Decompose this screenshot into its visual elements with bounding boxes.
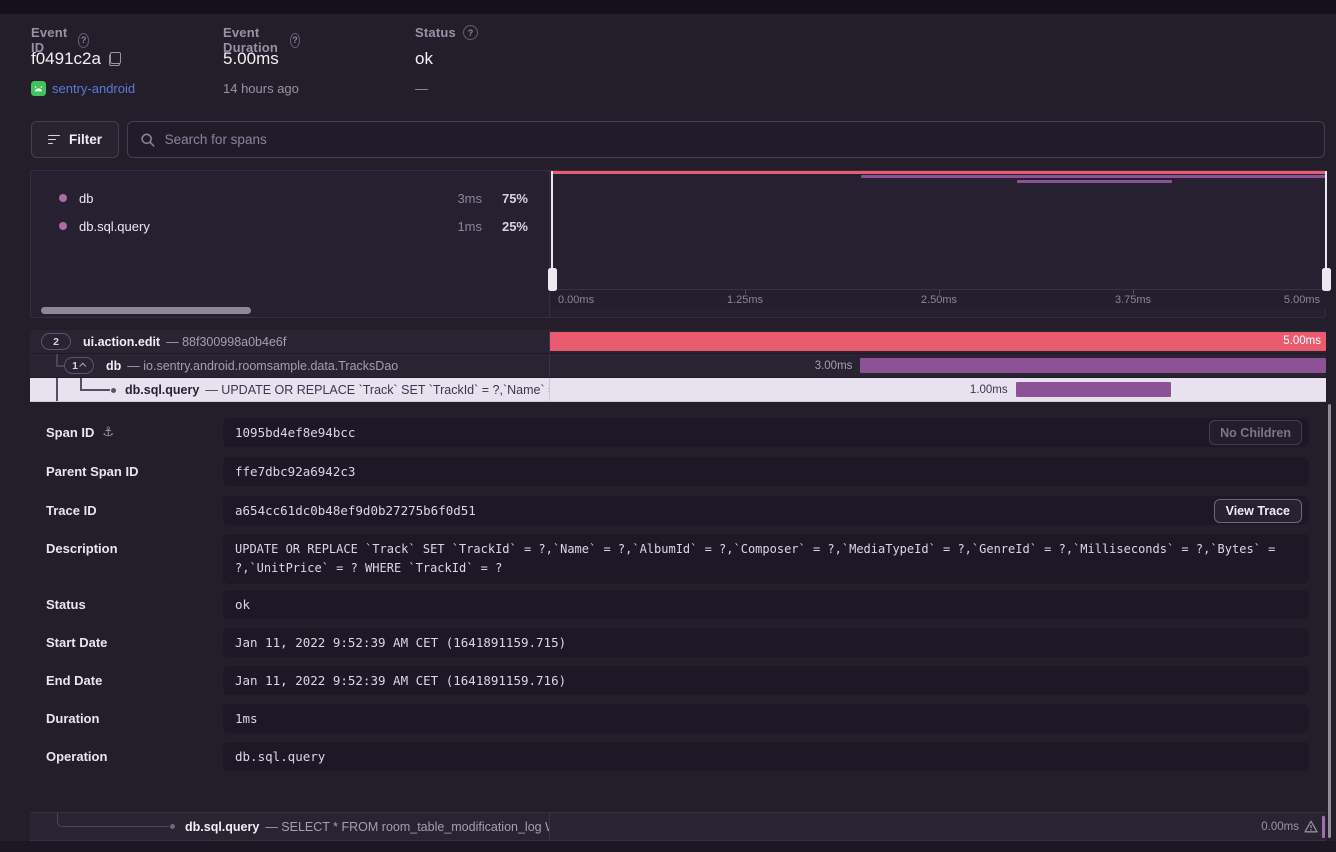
android-project-icon [31,81,46,96]
status-label: Status [415,25,456,40]
span-detail-panel: Span ID ⚓ 1095bd4ef8e94bcc No Children P… [30,402,1326,812]
legend-row-db-sql-query[interactable]: db.sql.query 1ms 25% [31,212,549,240]
detail-label: End Date [46,673,102,688]
legend-op-name: db [79,191,93,206]
detail-label: Description [46,541,118,556]
span-duration-label: 1.00ms [970,378,1008,402]
detail-label: Start Date [46,635,107,650]
span-row-db-sql-query-selected[interactable]: db.sql.query — UPDATE OR REPLACE `Track`… [30,378,1326,402]
detail-label: Operation [46,749,107,764]
leaf-dot [111,388,116,393]
span-id-value: 1095bd4ef8e94bcc [235,418,355,447]
event-time-ago: 14 hours ago [223,81,299,96]
span-desc: — UPDATE OR REPLACE `Track` SET `TrackId… [205,383,549,397]
children-count-pill[interactable]: 2 [41,333,71,350]
filter-icon [48,135,60,145]
span-duration-bar [1016,382,1171,397]
span-duration-label: 3.00ms [815,354,853,378]
status-value: ok [415,49,433,69]
event-id-value: f0491c2a [31,49,101,69]
minimap-span-bar [1017,180,1172,183]
legend-op-percent: 75% [502,191,528,206]
legend-op-duration: 3ms [457,191,482,206]
warning-icon[interactable] [1304,820,1318,833]
status-detail-value: ok [235,590,250,619]
span-tree: 2 ui.action.edit — 88f300998a0b4e6f 5.00… [30,330,1326,402]
axis-tick: 0.00ms [558,294,594,306]
detail-label: Parent Span ID [46,464,138,479]
horizontal-scrollbar-thumb[interactable] [41,307,251,314]
span-search[interactable] [127,121,1325,158]
zero-duration-span-tick [1322,816,1325,838]
span-duration-label: 5.00ms [1283,332,1321,351]
timeline-axis: 0.00ms 1.25ms 2.50ms 3.75ms 5.00ms [551,289,1327,309]
filter-button[interactable]: Filter [31,121,119,158]
span-duration-bar: 5.00ms [550,332,1326,351]
legend-row-db[interactable]: db 3ms 75% [31,184,549,212]
end-date-value: Jan 11, 2022 9:52:39 AM CET (1641891159.… [235,666,566,695]
help-icon[interactable]: ? [290,33,300,48]
operation-value: db.sql.query [235,742,325,771]
span-duration-label: 0.00ms [1261,821,1299,833]
parent-span-id-value: ffe7dbc92a6942c3 [235,457,355,486]
span-row-db-sql-query-select[interactable]: db.sql.query — SELECT * FROM room_table_… [30,812,1326,841]
status-sub: — [415,81,428,96]
no-children-badge: No Children [1209,420,1302,445]
op-color-dot [59,222,67,230]
vertical-scrollbar-thumb[interactable] [1328,404,1331,838]
minimap-right-handle[interactable] [1325,171,1327,291]
search-input[interactable] [165,132,1312,147]
search-icon [140,132,156,148]
duration-value: 1ms [235,704,258,733]
anchor-icon[interactable]: ⚓ [102,425,114,440]
trace-overview-panel: db 3ms 75% db.sql.query 1ms 25% 0.00ms 1… [30,170,1326,318]
operations-legend: db 3ms 75% db.sql.query 1ms 25% [31,171,550,317]
detail-label: Status [46,597,86,612]
legend-op-name: db.sql.query [79,219,150,234]
event-header: Event ID ? f0491c2a sentry-android Event… [0,14,1336,114]
help-icon[interactable]: ? [78,33,90,48]
minimap-left-handle[interactable] [551,171,553,291]
top-strip [0,0,1336,14]
minimap-span-bar [861,175,1327,178]
minimap-chart [551,171,1327,289]
project-link[interactable]: sentry-android [52,81,135,96]
children-count-pill[interactable]: 1 [64,357,94,374]
span-duration-bar [860,358,1326,373]
filter-button-label: Filter [69,132,102,147]
view-trace-button[interactable]: View Trace [1214,499,1302,523]
span-row-db[interactable]: 1 db — io.sentry.android.roomsample.data… [30,354,1326,378]
span-desc: — 88f300998a0b4e6f [166,335,286,349]
span-op: ui.action.edit [83,335,160,349]
copy-icon[interactable] [109,52,121,66]
description-value: UPDATE OR REPLACE `Track` SET `TrackId` … [235,540,1297,578]
legend-op-duration: 1ms [457,219,482,234]
bottom-strip [0,841,1336,852]
span-op: db.sql.query [125,383,199,397]
trace-minimap[interactable]: 0.00ms 1.25ms 2.50ms 3.75ms 5.00ms [551,171,1327,317]
span-row-ui-action-edit[interactable]: 2 ui.action.edit — 88f300998a0b4e6f 5.00… [30,330,1326,354]
span-op: db.sql.query [185,820,259,834]
axis-tick: 1.25ms [727,294,763,306]
event-duration-value: 5.00ms [223,49,279,69]
detail-label: Span ID [46,425,94,440]
axis-tick: 5.00ms [1284,294,1320,306]
span-op: db [106,359,121,373]
detail-label: Duration [46,711,99,726]
axis-tick: 2.50ms [921,294,957,306]
axis-tick: 3.75ms [1115,294,1151,306]
leaf-dot [170,824,175,829]
detail-label: Trace ID [46,503,97,518]
legend-op-percent: 25% [502,219,528,234]
minimap-span-bar [551,171,1327,174]
span-desc: — SELECT * FROM room_table_modification_… [265,820,549,834]
trace-id-value: a654cc61dc0b48ef9d0b27275b6f0d51 [235,496,476,525]
collapse-caret-icon [79,363,86,370]
span-desc: — io.sentry.android.roomsample.data.Trac… [127,359,398,373]
op-color-dot [59,194,67,202]
start-date-value: Jan 11, 2022 9:52:39 AM CET (1641891159.… [235,628,566,657]
help-icon[interactable]: ? [463,25,478,40]
